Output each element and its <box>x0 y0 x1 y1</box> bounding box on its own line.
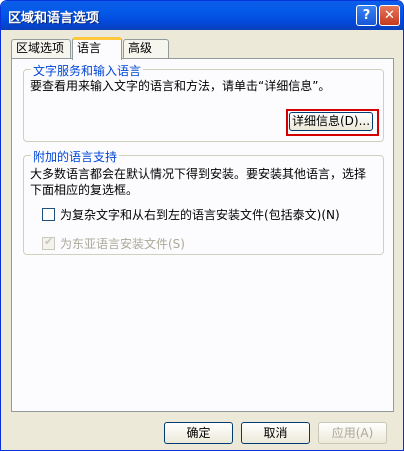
cancel-button[interactable]: 取消 <box>241 422 310 444</box>
supplemental-language-group: 附加的语言支持 大多数语言都会在默认情况下得到安装。要安装其他语言，选择 下面相… <box>23 148 384 255</box>
tab-regional-options[interactable]: 区域选项 <box>11 39 71 58</box>
checkmark-icon: ✔ <box>44 235 54 248</box>
east-asian-label: 为东亚语言安装文件(S) <box>60 237 185 251</box>
tab-languages[interactable]: 语言 <box>72 37 122 60</box>
ok-button[interactable]: 确定 <box>164 422 233 444</box>
tab-advanced[interactable]: 高级 <box>123 39 169 58</box>
east-asian-checkbox: ✔ <box>42 235 55 250</box>
title-bar[interactable]: 区域和语言选项 ? ✕ <box>1 1 403 30</box>
close-button[interactable]: ✕ <box>379 5 400 26</box>
details-button[interactable]: 详细信息(D)... <box>289 112 373 131</box>
apply-button: 应用(A) <box>318 422 387 444</box>
complex-script-label[interactable]: 为复杂文字和从右到左的语言安装文件(包括泰文)(N) <box>60 206 340 223</box>
dialog-window: 区域和语言选项 ? ✕ 区域选项 语言 高级 文字服务和输入语言 要查看用来输入… <box>0 0 404 451</box>
help-button[interactable]: ? <box>356 5 377 26</box>
text-services-group-label: 文字服务和输入语言 <box>31 62 144 79</box>
window-title: 区域和语言选项 <box>8 11 100 26</box>
text-services-group: 文字服务和输入语言 要查看用来输入文字的语言和方法，请单击“详细信息”。 详细信… <box>23 62 384 142</box>
text-services-description: 要查看用来输入文字的语言和方法，请单击“详细信息”。 <box>30 79 331 93</box>
complex-script-checkbox[interactable] <box>42 208 55 221</box>
supplemental-description-line1: 大多数语言都会在默认情况下得到安装。要安装其他语言，选择 <box>30 167 367 181</box>
supplemental-group-label: 附加的语言支持 <box>31 148 120 165</box>
tab-panel: 文字服务和输入语言 要查看用来输入文字的语言和方法，请单击“详细信息”。 详细信… <box>11 58 394 412</box>
supplemental-description-line2: 下面相应的复选框。 <box>30 183 139 197</box>
